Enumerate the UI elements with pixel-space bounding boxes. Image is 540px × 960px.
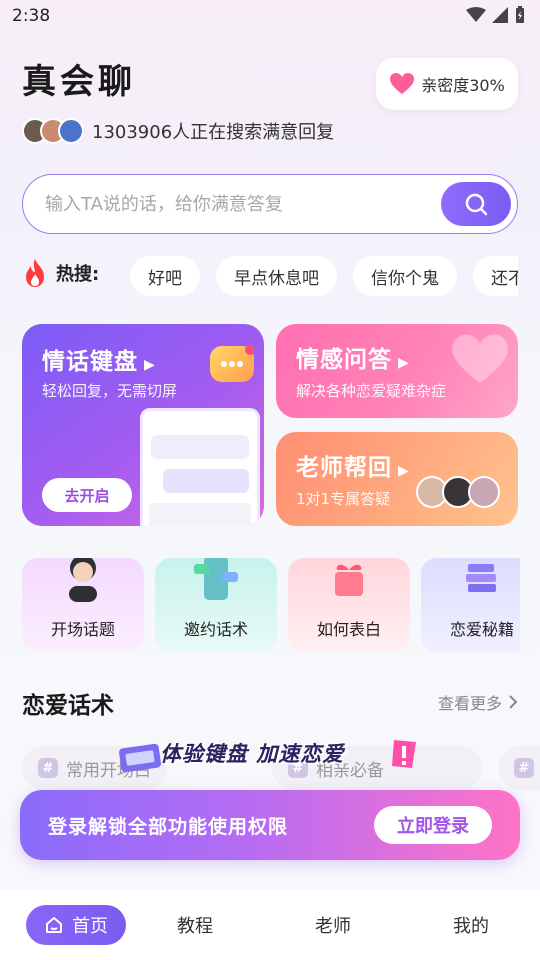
status-icons [466,6,526,24]
promo-text: 登录解锁全部功能使用权限 [48,815,289,838]
emotion-card-subtitle: 解决各种恋爱疑难杂症 [296,382,447,400]
home-icon [46,917,62,933]
avatar [58,118,84,144]
login-promo-banner[interactable]: 登录解锁全部功能使用权限 立即登录 [20,790,520,860]
hash-icon: # [514,758,534,778]
emotion-card-title: 情感问答 ▶ [296,347,410,373]
user-avatars [22,118,84,144]
intimacy-label: 亲密度30% [421,76,505,95]
teacher-avatars [416,476,500,508]
hot-chip[interactable]: 好吧 [130,256,200,296]
bottom-nav: 首页 教程 老师 我的 [0,890,540,960]
chat-phone-icon [194,558,238,600]
phone-mockup [140,408,260,526]
fire-icon [26,259,44,287]
nav-label: 首页 [72,916,108,937]
phrase-chip[interactable]: # [498,746,540,790]
nav-tutorial[interactable]: 教程 [126,912,264,938]
tile-opening-topics[interactable]: 开场话题 [22,558,144,652]
hot-search-chips: 好吧 早点休息吧 信你个鬼 还不 [130,256,518,300]
section-title: 恋爱话术 [22,693,114,719]
see-more-label: 查看更多 [437,694,502,713]
avatar [468,476,500,508]
status-time: 2:38 [12,6,51,26]
tile-label: 邀约话术 [183,620,248,639]
search-button[interactable] [441,182,511,226]
promo-slogan: 体验键盘 加速恋爱 [160,742,345,766]
hot-chip[interactable]: 信你个鬼 [353,256,457,296]
tile-invitation-phrases[interactable]: 邀约话术 [155,558,277,652]
wifi-icon [466,7,486,22]
search-input[interactable] [45,193,425,215]
chat-bubble-icon [210,345,255,382]
teacher-card-subtitle: 1对1专属答疑 [296,490,391,508]
intimacy-badge[interactable]: 亲密度30% [376,58,518,110]
app-title: 真会聊 [22,62,136,102]
hash-icon: # [38,758,58,778]
see-more-link[interactable]: 查看更多 [438,690,518,714]
tile-how-to-confess[interactable]: 如何表白 [288,558,410,652]
boy-avatar-icon [69,558,97,602]
book-stack-icon [466,564,496,592]
keyboard-icon [119,743,161,773]
signal-icon [492,7,508,23]
tile-label: 恋爱秘籍 [449,620,514,639]
teacher-card-title: 老师帮回 ▶ [296,455,410,481]
chevron-right-icon [509,695,518,709]
tile-label: 如何表白 [316,620,381,639]
battery-icon [516,6,524,23]
nav-teacher[interactable]: 老师 [264,912,402,938]
tile-label: 开场话题 [50,620,115,639]
promo-slogan-banner: 体验键盘 加速恋爱 [118,734,418,780]
gift-heart-icon [335,564,363,596]
enable-keyboard-button[interactable]: 去开启 [42,478,132,512]
search-icon [465,193,488,216]
category-tiles: 开场话题 邀约话术 如何表白 恋爱秘籍 [22,558,520,652]
heart-icon [390,73,415,94]
hot-chip[interactable]: 还不 [473,256,518,296]
keyboard-card-title: 情话键盘 ▶ [42,349,156,375]
emotion-qa-card[interactable]: 情感问答 ▶ 解决各种恋爱疑难杂症 [276,324,518,418]
nav-home[interactable]: 首页 [26,905,126,945]
love-keyboard-card[interactable]: 情话键盘 ▶ 轻松回复，无需切屏 去开启 [22,324,264,526]
nav-mine[interactable]: 我的 [402,912,540,938]
searchers-text: 1303906人正在搜索满意回复 [92,122,335,143]
keyboard-card-subtitle: 轻松回复，无需切屏 [42,382,178,400]
login-button[interactable]: 立即登录 [374,806,492,844]
searchers-row: 1303906人正在搜索满意回复 [22,118,334,144]
exclaim-icon [392,740,416,768]
search-box[interactable] [22,174,518,234]
heart-decor-icon [452,334,508,384]
tile-love-secrets[interactable]: 恋爱秘籍 [421,558,520,652]
hot-search-text: 热搜: [56,264,100,285]
hot-search-label: 热搜: [22,258,99,288]
teacher-help-card[interactable]: 老师帮回 ▶ 1对1专属答疑 [276,432,518,526]
hot-chip[interactable]: 早点休息吧 [216,256,337,296]
